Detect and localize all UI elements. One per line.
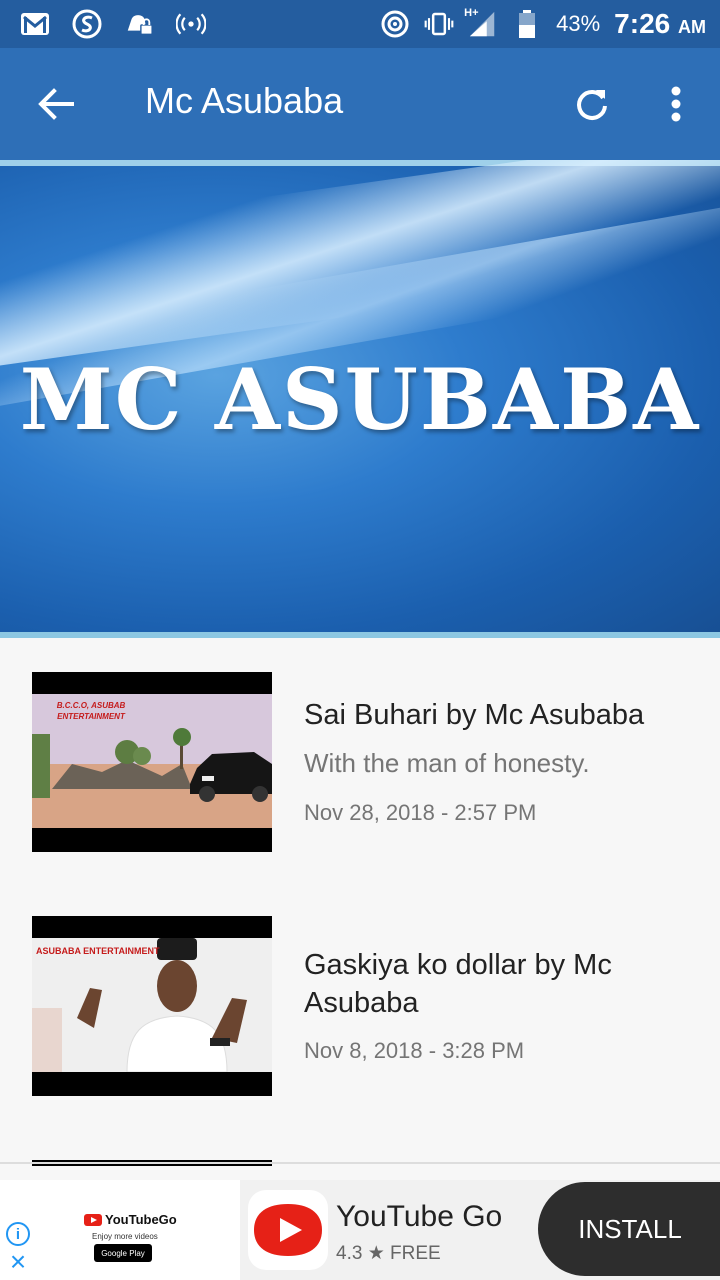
status-bar: H+ 43% 7:26 AM <box>0 0 720 48</box>
wifi-calling-icon <box>380 9 410 39</box>
clock: 7:26 AM <box>614 8 706 40</box>
video-title: Sai Buhari by Mc Asubaba <box>304 699 645 731</box>
thumbnail-caption: ASUBABA ENTERTAINMENT <box>36 946 160 956</box>
ad-right-panel: YouTube Go 4.3 ★ FREE INSTALL <box>240 1180 720 1280</box>
clock-time: 7:26 <box>614 8 671 39</box>
ad-close-icon[interactable]: × <box>6 1248 30 1276</box>
ad-small-logo: YouTubeGo <box>84 1212 177 1227</box>
sync-app-icon <box>72 9 102 39</box>
video-thumbnail[interactable]: ASUBABA ENTERTAINMENT <box>32 916 272 1096</box>
ad-rating: 4.3 ★ FREE <box>336 1243 441 1264</box>
arrow-left-icon <box>38 88 74 120</box>
channel-banner: MC ASUBABA <box>0 160 720 638</box>
notification-lock-icon <box>124 9 154 39</box>
battery-percent: 43% <box>556 11 601 36</box>
video-list-item[interactable]: B.C.C.O, ASUBAB ENTERTAINMENT Sai Buhari… <box>0 638 720 882</box>
hotspot-icon <box>176 9 206 39</box>
ad-info-icon[interactable]: i <box>6 1222 30 1246</box>
video-date: Nov 28, 2018 - 2:57 PM <box>304 800 537 825</box>
thumbnail-caption: B.C.C.O, ASUBAB ENTERTAINMENT <box>56 701 126 721</box>
page-title: Mc Asubaba <box>145 80 344 121</box>
ad-app-name: YouTube Go <box>336 1200 503 1233</box>
ad-tagline: Enjoy more videos <box>92 1232 158 1241</box>
video-title: Gaskiya ko dollar by Mc Asubaba <box>304 949 612 1019</box>
back-button[interactable] <box>28 80 84 128</box>
gmail-icon <box>20 9 50 39</box>
ad-divider <box>0 1162 720 1164</box>
youtube-play-icon <box>84 1213 102 1226</box>
video-thumbnail[interactable]: B.C.C.O, ASUBAB ENTERTAINMENT <box>32 672 272 852</box>
more-vert-icon <box>671 86 681 122</box>
video-list-item[interactable]: ASUBABA ENTERTAINMENT Gaskiya ko dollar … <box>0 882 720 1126</box>
refresh-icon <box>577 90 607 120</box>
video-description: With the man of honesty. <box>304 748 590 778</box>
banner-title: MC ASUBABA <box>19 350 701 449</box>
ad-left-panel: i × YouTubeGo Enjoy more videos Google P… <box>0 1180 240 1280</box>
ad-banner[interactable]: i × YouTubeGo Enjoy more videos Google P… <box>0 1180 720 1280</box>
signal-icon: H+ <box>464 7 498 39</box>
youtube-go-icon <box>248 1190 328 1270</box>
video-date: Nov 8, 2018 - 3:28 PM <box>304 1038 525 1063</box>
refresh-button[interactable] <box>566 78 618 130</box>
vibrate-icon <box>424 9 454 39</box>
install-button[interactable]: INSTALL <box>538 1182 720 1276</box>
battery-icon <box>512 9 542 39</box>
app-bar: Mc Asubaba <box>0 48 720 160</box>
network-type-label: H+ <box>464 7 479 19</box>
clock-ampm: AM <box>678 17 706 37</box>
thumbnail-image <box>32 938 272 1072</box>
overflow-menu-button[interactable] <box>652 78 700 130</box>
ad-small-logo-text: YouTubeGo <box>105 1212 177 1227</box>
google-play-badge[interactable]: Google Play <box>94 1244 152 1262</box>
